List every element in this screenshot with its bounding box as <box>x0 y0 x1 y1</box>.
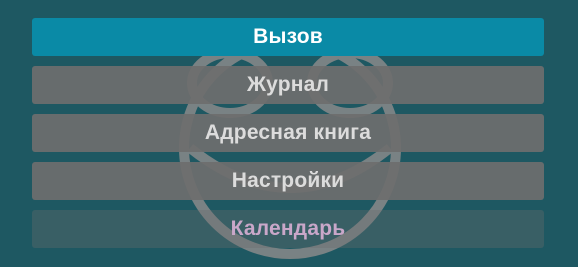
menu-item-address-book[interactable]: Адресная книга <box>32 114 544 152</box>
menu-item-settings[interactable]: Настройки <box>32 162 544 200</box>
menu-item-call[interactable]: Вызов <box>32 18 544 56</box>
menu-item-log[interactable]: Журнал <box>32 66 544 104</box>
menu-item-calendar[interactable]: Календарь <box>32 210 544 248</box>
main-menu: Вызов Журнал Адресная книга Настройки Ка… <box>32 18 544 258</box>
